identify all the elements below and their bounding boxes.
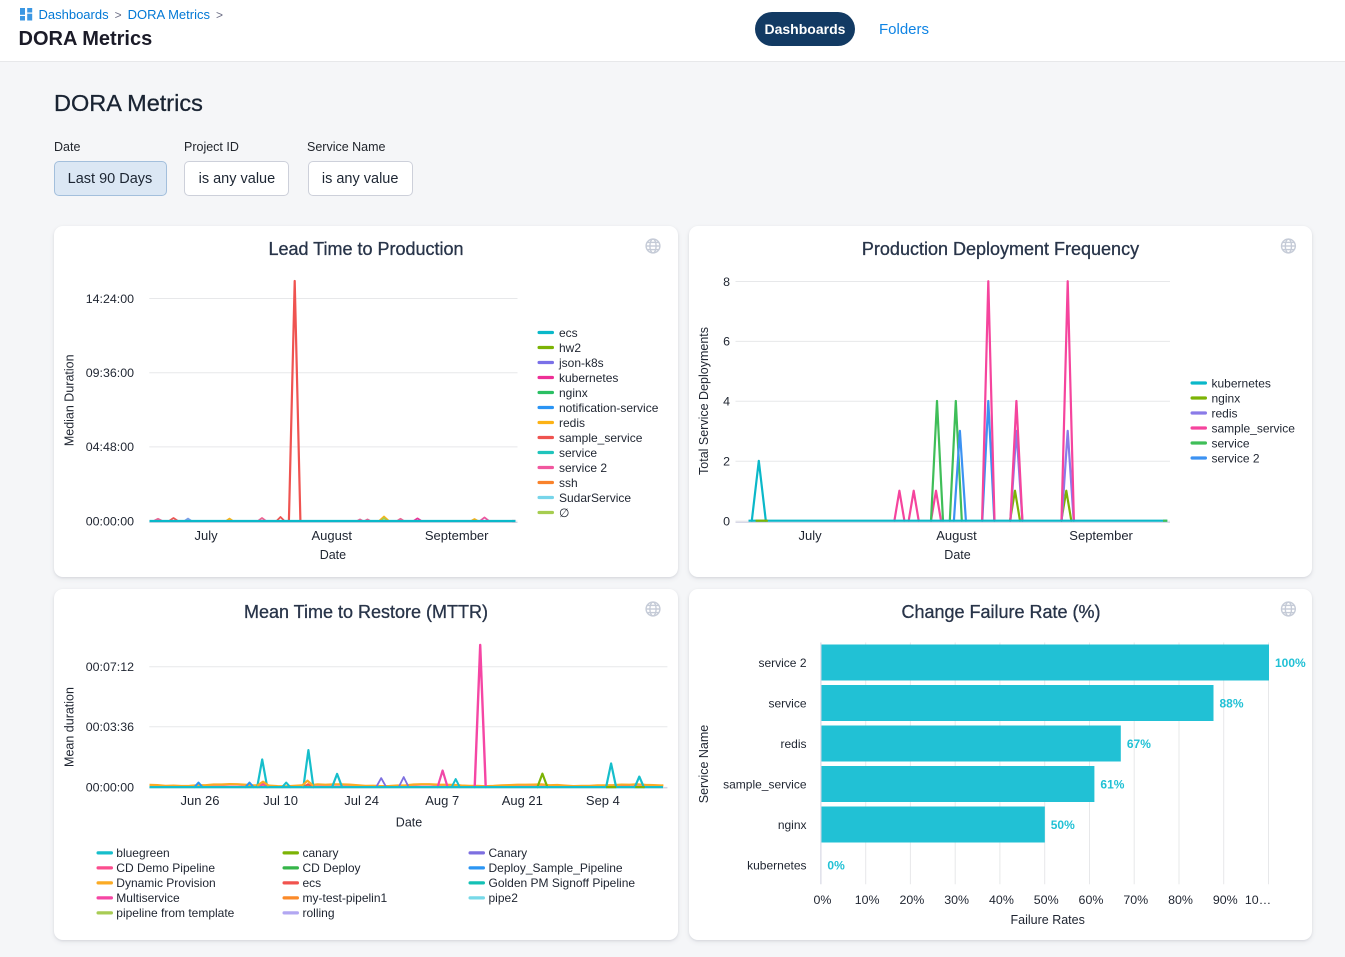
svg-text:4: 4 xyxy=(723,394,730,408)
svg-text:service 2: service 2 xyxy=(1211,451,1259,465)
svg-text:August: August xyxy=(311,528,352,543)
svg-text:0: 0 xyxy=(723,514,730,528)
svg-text:service: service xyxy=(1211,436,1249,450)
svg-text:Production Deployment Frequenc: Production Deployment Frequency xyxy=(861,239,1138,259)
svg-text:hw2: hw2 xyxy=(559,340,581,354)
svg-text:ecs: ecs xyxy=(302,876,321,890)
svg-text:Jun 26: Jun 26 xyxy=(180,793,219,808)
svg-text:my-test-pipelin1: my-test-pipelin1 xyxy=(302,891,387,905)
svg-text:pipe2: pipe2 xyxy=(488,891,518,905)
svg-text:redis: redis xyxy=(559,415,585,429)
svg-text:redis: redis xyxy=(1211,406,1237,420)
svg-text:kubernetes: kubernetes xyxy=(747,858,806,872)
svg-text:2: 2 xyxy=(723,454,730,468)
svg-text:pipeline from template: pipeline from template xyxy=(116,906,234,920)
svg-text:sample_service: sample_service xyxy=(1211,421,1295,435)
svg-text:60%: 60% xyxy=(1078,892,1103,906)
svg-text:Median Duration: Median Duration xyxy=(62,354,76,446)
svg-text:∅: ∅ xyxy=(559,505,569,519)
svg-text:rolling: rolling xyxy=(302,906,334,920)
svg-text:10%: 10% xyxy=(854,892,879,906)
svg-text:88%: 88% xyxy=(1219,696,1243,710)
svg-text:0%: 0% xyxy=(813,892,831,906)
svg-text:Total Service Deployments: Total Service Deployments xyxy=(697,327,711,475)
svg-text:Service Name: Service Name xyxy=(697,724,711,803)
svg-text:Jul 24: Jul 24 xyxy=(344,793,379,808)
svg-text:09:36:00: 09:36:00 xyxy=(85,366,133,380)
svg-text:nginx: nginx xyxy=(777,817,806,831)
svg-text:canary: canary xyxy=(302,846,338,860)
svg-text:04:48:00: 04:48:00 xyxy=(85,440,133,454)
svg-text:Multiservice: Multiservice xyxy=(116,891,180,905)
svg-text:July: July xyxy=(798,528,822,543)
svg-text:50%: 50% xyxy=(1050,817,1074,831)
svg-text:00:00:00: 00:00:00 xyxy=(85,514,133,528)
svg-text:00:07:12: 00:07:12 xyxy=(85,660,133,674)
svg-text:10…: 10… xyxy=(1244,892,1270,906)
svg-text:service 2: service 2 xyxy=(758,655,806,669)
svg-text:Sep 4: Sep 4 xyxy=(585,793,619,808)
svg-text:30%: 30% xyxy=(944,892,969,906)
svg-text:Date: Date xyxy=(319,547,345,561)
svg-text:90%: 90% xyxy=(1212,892,1237,906)
svg-text:00:03:36: 00:03:36 xyxy=(85,720,133,734)
svg-text:Mean duration: Mean duration xyxy=(62,686,76,766)
svg-text:notification-service: notification-service xyxy=(559,400,659,414)
svg-text:70%: 70% xyxy=(1123,892,1148,906)
svg-text:Lead Time to Production: Lead Time to Production xyxy=(268,239,463,259)
svg-text:Failure Rates: Failure Rates xyxy=(1010,912,1084,926)
svg-text:Date: Date xyxy=(395,815,421,829)
svg-text:service: service xyxy=(559,445,597,459)
svg-text:20%: 20% xyxy=(899,892,924,906)
svg-text:50%: 50% xyxy=(1033,892,1058,906)
svg-text:September: September xyxy=(424,528,488,543)
svg-text:Aug 7: Aug 7 xyxy=(425,793,459,808)
svg-text:00:00:00: 00:00:00 xyxy=(85,780,133,794)
svg-text:nginx: nginx xyxy=(1211,391,1240,405)
svg-text:Dynamic Provision: Dynamic Provision xyxy=(116,876,215,890)
svg-text:6: 6 xyxy=(723,334,730,348)
svg-text:67%: 67% xyxy=(1126,736,1150,750)
svg-text:CD Demo Pipeline: CD Demo Pipeline xyxy=(116,861,215,875)
svg-text:CD Deploy: CD Deploy xyxy=(302,861,360,875)
svg-text:kubernetes: kubernetes xyxy=(559,370,618,384)
svg-text:Change Failure Rate (%): Change Failure Rate (%) xyxy=(901,602,1100,622)
svg-text:Date: Date xyxy=(944,547,970,561)
svg-text:Deploy_Sample_Pipeline: Deploy_Sample_Pipeline xyxy=(488,861,622,875)
svg-text:Mean Time to Restore (MTTR): Mean Time to Restore (MTTR) xyxy=(243,602,487,622)
svg-text:ecs: ecs xyxy=(559,325,578,339)
svg-text:service 2: service 2 xyxy=(559,460,607,474)
svg-text:40%: 40% xyxy=(989,892,1014,906)
svg-text:Jul 10: Jul 10 xyxy=(263,793,298,808)
svg-text:kubernetes: kubernetes xyxy=(1211,376,1270,390)
svg-text:json-k8s: json-k8s xyxy=(558,355,604,369)
svg-text:8: 8 xyxy=(723,274,730,288)
svg-text:July: July xyxy=(194,528,218,543)
svg-text:Aug 21: Aug 21 xyxy=(501,793,542,808)
svg-text:80%: 80% xyxy=(1168,892,1193,906)
svg-text:61%: 61% xyxy=(1100,777,1124,791)
svg-text:September: September xyxy=(1069,528,1133,543)
svg-text:SudarService: SudarService xyxy=(559,490,631,504)
svg-text:Canary: Canary xyxy=(488,846,527,860)
svg-text:100%: 100% xyxy=(1275,655,1306,669)
svg-text:sample_service: sample_service xyxy=(559,430,643,444)
svg-text:14:24:00: 14:24:00 xyxy=(85,291,133,305)
svg-text:Golden PM Signoff Pipeline: Golden PM Signoff Pipeline xyxy=(488,876,635,890)
svg-text:sample_service: sample_service xyxy=(723,777,807,791)
svg-text:nginx: nginx xyxy=(559,385,588,399)
svg-text:bluegreen: bluegreen xyxy=(116,846,169,860)
svg-text:ssh: ssh xyxy=(559,475,578,489)
svg-text:service: service xyxy=(768,696,806,710)
svg-text:0%: 0% xyxy=(827,858,845,872)
svg-text:August: August xyxy=(936,528,977,543)
svg-text:redis: redis xyxy=(780,736,806,750)
